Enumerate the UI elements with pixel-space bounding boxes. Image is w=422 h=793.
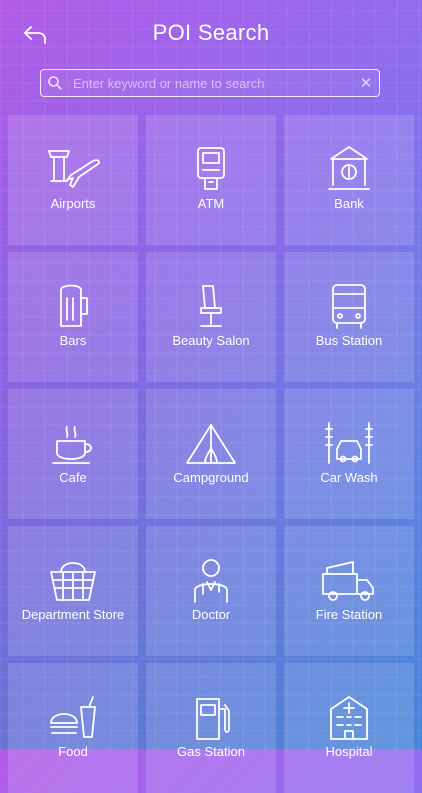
- category-campground[interactable]: Campground: [146, 389, 276, 519]
- category-car-wash[interactable]: Car Wash: [284, 389, 414, 519]
- header: POI Search: [0, 0, 422, 70]
- category-label: Food: [58, 744, 88, 759]
- fast-food-icon: [50, 696, 96, 738]
- bank-icon: [328, 146, 370, 190]
- fire-truck-icon: [322, 561, 374, 601]
- category-bars[interactable]: Bars: [8, 252, 138, 382]
- category-bus-station[interactable]: Bus Station: [284, 252, 414, 382]
- category-label: Bank: [334, 196, 364, 211]
- bus-icon: [332, 284, 366, 329]
- search-input[interactable]: [69, 75, 353, 91]
- category-label: Bars: [59, 333, 87, 348]
- tent-icon: [186, 424, 236, 464]
- category-bank[interactable]: Bank: [284, 115, 414, 245]
- category-label: Bus Station: [315, 333, 383, 348]
- category-label: ATM: [197, 196, 225, 211]
- category-label: Hospital: [325, 744, 373, 759]
- clear-search-button[interactable]: ✕: [353, 74, 379, 92]
- category-hospital[interactable]: Hospital: [284, 663, 414, 793]
- beer-mug-icon: [60, 284, 88, 327]
- coffee-cup-icon: [52, 426, 92, 464]
- basket-icon: [50, 562, 96, 601]
- doctor-icon: [194, 559, 228, 603]
- category-department-store[interactable]: Department Store: [8, 526, 138, 656]
- category-label: Department Store: [21, 607, 125, 622]
- category-label: Fire Station: [315, 607, 383, 622]
- category-label: Airports: [50, 196, 96, 211]
- category-label: Car Wash: [320, 470, 378, 485]
- category-label: Campground: [173, 470, 249, 485]
- category-label: Gas Station: [177, 744, 245, 759]
- category-cafe[interactable]: Cafe: [8, 389, 138, 519]
- category-gas-station[interactable]: Gas Station: [146, 663, 276, 793]
- search-icon: [41, 69, 69, 97]
- category-atm[interactable]: ATM: [146, 115, 276, 245]
- search-bar[interactable]: ✕: [40, 69, 380, 97]
- category-food[interactable]: Food: [8, 663, 138, 793]
- category-airports[interactable]: Airports: [8, 115, 138, 245]
- airport-icon: [48, 150, 100, 188]
- category-label: Cafe: [59, 470, 87, 485]
- category-label: Beauty Salon: [172, 333, 250, 348]
- page-title: POI Search: [152, 20, 270, 45]
- car-wash-icon: [325, 422, 373, 464]
- category-fire-station[interactable]: Fire Station: [284, 526, 414, 656]
- hospital-icon: [330, 696, 368, 740]
- category-doctor[interactable]: Doctor: [146, 526, 276, 656]
- category-beauty-salon[interactable]: Beauty Salon: [146, 252, 276, 382]
- gas-pump-icon: [196, 698, 230, 740]
- atm-icon: [197, 147, 225, 190]
- category-label: Doctor: [191, 607, 231, 622]
- salon-chair-icon: [200, 285, 222, 327]
